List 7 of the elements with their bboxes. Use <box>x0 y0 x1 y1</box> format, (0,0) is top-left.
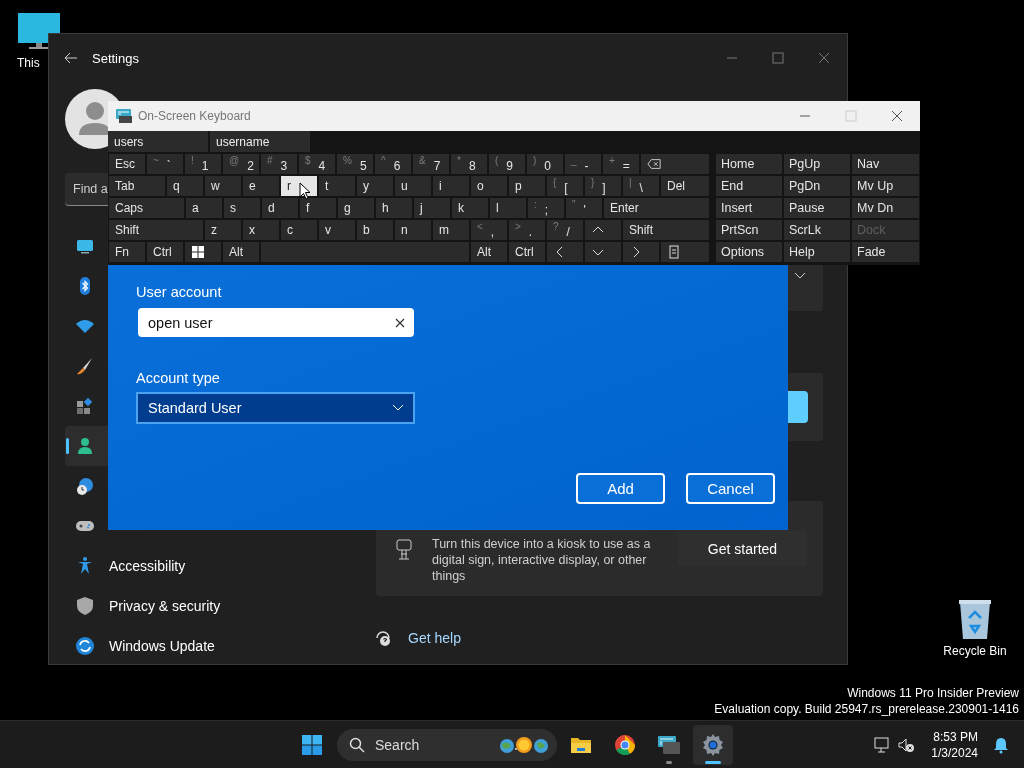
build-info-text: Evaluation copy. Build 25947.rs_prerelease.230901-1416 <box>714 701 1019 717</box>
field-label: User account <box>136 284 223 300</box>
window-title: Settings <box>92 50 139 66</box>
field-label: Account type <box>136 370 221 386</box>
kiosk-description: Turn this device into a kiosk to use as a digital sign, interactive display, or other things <box>432 536 652 584</box>
build-info-text: Windows 11 Pro Insider Preview <box>847 685 1019 701</box>
window-title: On-Screen Keyboard <box>138 109 251 123</box>
